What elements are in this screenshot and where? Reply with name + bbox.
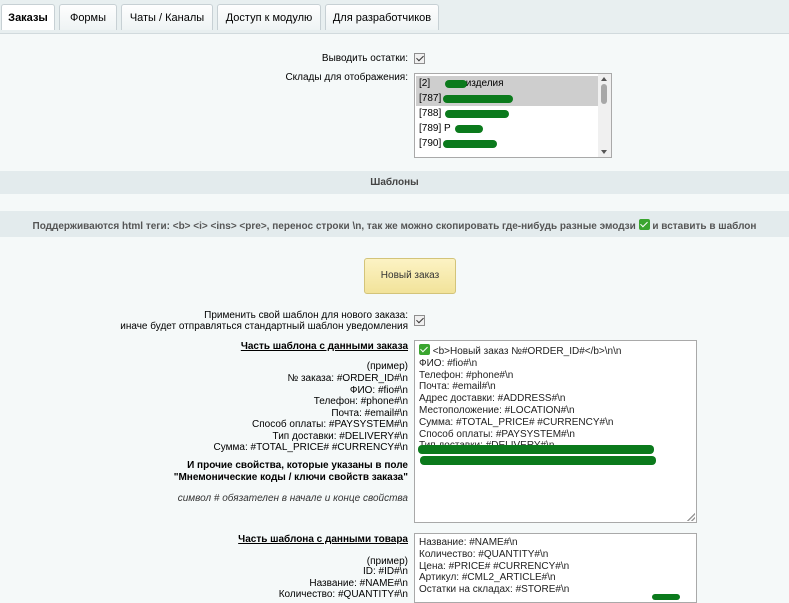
scroll-down-icon[interactable]: [601, 150, 607, 154]
warehouse-option-id: [787]: [419, 93, 442, 104]
redaction-mark: [443, 95, 513, 103]
product-example-line: Количество: #QUANTITY#\n: [278, 589, 408, 600]
redaction-mark: [445, 80, 467, 88]
redaction-mark: [455, 125, 483, 133]
order-examples: № заказа: #ORDER_ID#\n ФИО: #fio#\n Теле…: [100, 373, 408, 454]
other-props-line-1: И прочие свойства, которые указаны в пол…: [187, 460, 408, 471]
apply-template-checkbox[interactable]: [414, 315, 425, 326]
listbox-scrollbar[interactable]: [598, 74, 611, 157]
new-order-button[interactable]: Новый заказ: [364, 258, 456, 294]
textarea-line: Способ оплаты: #PAYSYSTEM#\n: [419, 428, 575, 440]
redaction-mark: [445, 110, 509, 118]
tab-bar: Заказы Формы Чаты / Каналы Доступ к моду…: [0, 0, 789, 34]
warehouses-select[interactable]: [2] изделия [787] [788] [789] Р [790]: [414, 73, 612, 158]
order-example-title: (пример): [366, 361, 408, 372]
textarea-line: Почта: #email#\n: [419, 381, 496, 393]
redaction-mark: [418, 445, 654, 454]
tab-module-access[interactable]: Доступ к модулю: [217, 4, 321, 30]
redaction-mark: [443, 140, 497, 148]
templates-section-header: Шаблоны: [0, 171, 789, 194]
textarea-line: Сумма: #TOTAL_PRICE# #CURRENCY#\n: [419, 416, 614, 428]
textarea-line: <b>Новый заказ №#ORDER_ID#</b>\n\n: [432, 346, 622, 357]
scroll-thumb[interactable]: [601, 84, 607, 104]
order-template-textarea[interactable]: <b>Новый заказ №#ORDER_ID#</b>\n\n ФИО: …: [414, 340, 697, 523]
warehouse-option-id: [790]: [419, 138, 442, 149]
textarea-line: Цена: #PRICE# #CURRENCY#\n: [419, 560, 570, 572]
order-example-line: ФИО: #fio#\n: [349, 384, 408, 396]
textarea-line: Остатки на складах: #STORE#\n: [419, 584, 570, 596]
html-note-band: Поддерживаются html теги: <b> <i> <ins> …: [0, 211, 789, 237]
checkmark-emoji-icon: [638, 219, 650, 230]
resize-handle-icon[interactable]: [687, 513, 695, 521]
textarea-line: ФИО: #fio#\n: [419, 357, 478, 369]
other-props-line-2: "Мнемонические коды / ключи свойств зака…: [173, 472, 408, 483]
textarea-line: Местоположение: #LOCATION#\n: [419, 404, 575, 416]
warehouse-option-id: [789] Р: [419, 123, 451, 134]
product-part-title: Часть шаблона с данными товара: [238, 534, 408, 545]
textarea-line: Артикул: #CML2_ARTICLE#\n: [419, 572, 556, 584]
tab-orders[interactable]: Заказы: [1, 4, 55, 30]
textarea-line: Адрес доставки: #ADDRESS#\n: [419, 393, 566, 405]
apply-template-label-2: иначе будет отправляться стандартный шаб…: [120, 321, 408, 332]
order-example-line: Сумма: #TOTAL_PRICE# #CURRENCY#\n: [213, 442, 408, 453]
templates-title: Шаблоны: [370, 177, 419, 188]
show-remains-checkbox[interactable]: [414, 53, 425, 64]
textarea-line: Телефон: #phone#\n: [419, 369, 514, 381]
order-example-line: № заказа: #ORDER_ID#\n: [287, 373, 408, 384]
warehouse-option-id: [2]: [419, 78, 431, 89]
redaction-mark: [652, 594, 680, 600]
warehouses-label: Склады для отображения:: [285, 72, 408, 83]
html-note: Поддерживаются html теги: <b> <i> <ins> …: [0, 219, 789, 232]
product-example-line: ID: #ID#\n: [362, 566, 408, 577]
product-examples: ID: #ID#\n Название: #NAME#\n Количество…: [100, 566, 408, 601]
scroll-up-icon[interactable]: [601, 77, 607, 81]
warehouse-option[interactable]: [789] Р: [416, 121, 599, 136]
warehouse-option-suffix: изделия: [465, 78, 504, 89]
checkmark-emoji-icon: [419, 344, 430, 355]
tab-forms[interactable]: Формы: [59, 4, 117, 30]
tab-chats[interactable]: Чаты / Каналы: [121, 4, 213, 30]
order-example-line: Почта: #email#\n: [331, 407, 408, 419]
textarea-line: Количество: #QUANTITY#\n: [419, 548, 549, 560]
order-part-title: Часть шаблона с данными заказа: [240, 341, 408, 352]
warehouse-option-id: [788]: [419, 108, 442, 119]
warehouse-option[interactable]: [2] изделия: [416, 76, 599, 91]
product-template-textarea[interactable]: Название: #NAME#\n Количество: #QUANTITY…: [414, 533, 697, 603]
order-example-line: Способ оплаты: #PAYSYSTEM#\n: [252, 419, 408, 430]
redaction-mark: [420, 456, 656, 465]
order-example-line: Тип доставки: #DELIVERY#\n: [272, 430, 408, 442]
textarea-line: Название: #NAME#\n: [419, 537, 518, 548]
symbol-note: символ # обязателен в начале и конце сво…: [177, 493, 408, 504]
product-example-line: Название: #NAME#\n: [309, 577, 408, 589]
textarea-first-line: <b>Новый заказ №#ORDER_ID#</b>\n\n: [419, 344, 692, 358]
show-remains-label: Выводить остатки:: [321, 53, 408, 64]
html-note-text-end: и вставить в шаблон: [652, 221, 757, 232]
order-example-line: Телефон: #phone#\n: [313, 396, 408, 407]
html-note-text: Поддерживаются html теги: <b> <i> <ins> …: [32, 221, 636, 232]
tab-developers[interactable]: Для разработчиков: [325, 4, 439, 30]
